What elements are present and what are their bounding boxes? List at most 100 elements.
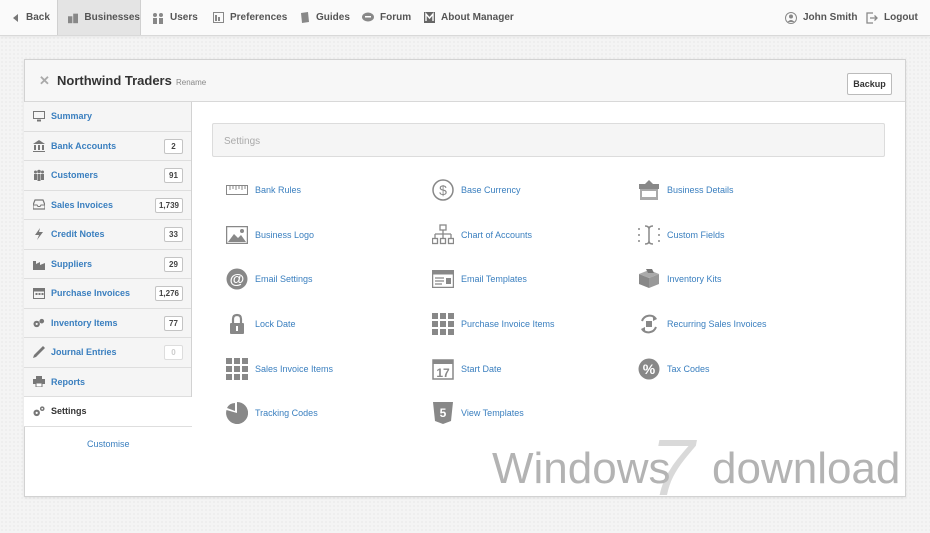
user-icon	[785, 11, 797, 24]
bolt-icon	[33, 228, 45, 240]
settings-base-currency[interactable]: $ Base Currency	[432, 177, 521, 203]
count-badge: 1,276	[154, 286, 183, 301]
nav-businesses[interactable]: Businesses	[57, 0, 141, 35]
recycle-icon	[638, 313, 660, 335]
text-cursor-icon	[638, 224, 660, 246]
count-badge: 2	[164, 138, 183, 154]
calendar-17-icon: 17	[432, 358, 454, 380]
count-badge: 0	[164, 345, 183, 360]
org-chart-icon	[432, 224, 454, 246]
pie-chart-icon	[226, 402, 248, 424]
sidebar-item-sales-invoices[interactable]: Sales Invoices 1,739	[24, 191, 191, 220]
settings-bank-rules[interactable]: Bank Rules	[226, 177, 301, 203]
nav-user[interactable]: John Smith	[785, 0, 857, 35]
customise-link[interactable]: Customise	[87, 439, 130, 449]
nav-preferences[interactable]: Preferences	[213, 0, 287, 35]
sidebar-item-settings[interactable]: Settings	[24, 397, 192, 427]
monitor-icon	[33, 110, 45, 122]
count-badge: 33	[164, 227, 183, 242]
backup-button[interactable]: Backup	[847, 73, 892, 95]
settings-email-settings[interactable]: @ Email Settings	[226, 266, 313, 292]
sidebar-item-reports[interactable]: Reports	[24, 368, 191, 397]
tray-icon	[33, 199, 45, 211]
count-badge: 29	[164, 256, 183, 272]
logout-icon	[866, 11, 878, 24]
watermark-logo: Windows 7 download	[492, 425, 900, 512]
html5-icon: 5	[432, 402, 454, 424]
grid-icon	[432, 313, 454, 335]
svg-text:$: $	[439, 182, 447, 198]
sidebar-item-suppliers[interactable]: Suppliers 29	[24, 250, 191, 279]
printer-icon	[33, 376, 45, 388]
picture-icon	[226, 224, 248, 246]
back-arrow-icon	[13, 13, 18, 22]
settings-custom-fields[interactable]: Custom Fields	[638, 222, 725, 248]
sidebar-item-inventory-items[interactable]: Inventory Items 77	[24, 309, 191, 338]
factory-icon	[33, 258, 45, 270]
watermark-right-text: download	[712, 444, 900, 493]
book-icon	[301, 11, 309, 23]
nav-logout[interactable]: Logout	[866, 0, 918, 35]
settings-sales-invoice-items[interactable]: Sales Invoice Items	[226, 356, 333, 382]
settings-business-details[interactable]: Business Details	[638, 177, 734, 203]
count-badge: 91	[164, 168, 183, 183]
settings-chart-of-accounts[interactable]: Chart of Accounts	[432, 222, 532, 248]
calendar-icon	[33, 287, 45, 299]
sidebar-item-journal-entries[interactable]: Journal Entries 0	[24, 338, 191, 368]
nav-about[interactable]: About Manager	[424, 0, 514, 35]
svg-text:5: 5	[440, 406, 447, 420]
sidebar-item-credit-notes[interactable]: Credit Notes 33	[24, 220, 191, 250]
settings-inventory-kits[interactable]: Inventory Kits	[638, 266, 722, 292]
envelope-icon	[432, 268, 454, 290]
shop-icon	[638, 179, 660, 201]
bank-icon	[33, 139, 45, 152]
count-badge: 77	[164, 315, 183, 331]
users-icon	[153, 12, 163, 24]
nav-guides[interactable]: Guides	[300, 0, 350, 35]
count-badge: 1,739	[154, 197, 183, 213]
business-header: ✕ Northwind Traders Rename Backup	[25, 60, 905, 102]
people-icon	[33, 169, 45, 181]
gears-icon	[33, 405, 45, 417]
package-icon	[638, 268, 660, 290]
settings-lock-date[interactable]: Lock Date	[226, 311, 296, 337]
settings-start-date[interactable]: 17 Start Date	[432, 356, 502, 382]
settings-view-templates[interactable]: 5 View Templates	[432, 400, 524, 426]
lock-icon	[226, 313, 248, 335]
rename-link[interactable]: Rename	[176, 78, 206, 87]
svg-text:17: 17	[436, 366, 450, 380]
buildings-icon	[68, 13, 79, 23]
back-link[interactable]: Back	[12, 0, 50, 35]
sidebar-item-customers[interactable]: Customers 91	[24, 161, 191, 191]
close-icon[interactable]: ✕	[39, 73, 50, 89]
top-navigation-bar: Back Businesses Users Preferences Guides…	[0, 0, 930, 36]
nav-forum[interactable]: Forum	[362, 0, 411, 35]
watermark-digit: 7	[650, 425, 697, 512]
business-name: Northwind Traders	[57, 73, 172, 88]
ruler-icon	[226, 179, 248, 201]
settings-recurring-sales-invoices[interactable]: Recurring Sales Invoices	[638, 311, 767, 337]
settings-business-logo[interactable]: Business Logo	[226, 222, 314, 248]
boxes-icon	[33, 317, 45, 329]
settings-header: Settings	[212, 123, 885, 157]
settings-tax-codes[interactable]: % Tax Codes	[638, 356, 710, 382]
dollar-icon: $	[432, 179, 454, 201]
settings-title: Settings	[224, 136, 261, 147]
svg-text:%: %	[643, 361, 656, 377]
at-sign-icon: @	[226, 268, 248, 290]
settings-purchase-invoice-items[interactable]: Purchase Invoice Items	[432, 311, 555, 337]
settings-email-templates[interactable]: Email Templates	[432, 266, 527, 292]
sidebar-item-summary[interactable]: Summary	[24, 102, 191, 132]
pen-icon	[33, 346, 45, 358]
grid-icon	[226, 358, 248, 380]
chat-bubble-icon	[362, 12, 374, 22]
sidebar: Summary Bank Accounts 2 Customers 91 Sal…	[24, 102, 192, 427]
nav-users[interactable]: Users	[152, 0, 198, 35]
watermark-left-text: Windows	[492, 444, 671, 493]
settings-tracking-codes[interactable]: Tracking Codes	[226, 400, 318, 426]
manager-logo-icon	[424, 12, 435, 23]
preferences-icon	[213, 12, 224, 23]
svg-text:@: @	[230, 271, 245, 288]
sidebar-item-bank-accounts[interactable]: Bank Accounts 2	[24, 132, 191, 161]
sidebar-item-purchase-invoices[interactable]: Purchase Invoices 1,276	[24, 279, 191, 309]
